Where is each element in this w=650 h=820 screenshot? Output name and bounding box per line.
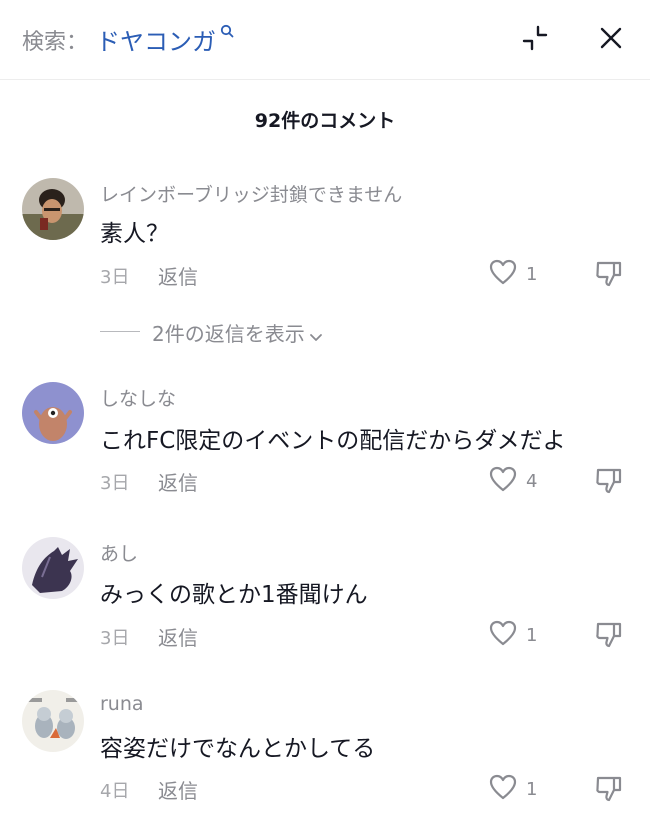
like-count: 1 [526,778,538,800]
comment-username[interactable]: あし [100,539,138,566]
reply-button[interactable]: 返信 [158,622,198,651]
close-button[interactable] [594,23,628,57]
chevron-down-icon [309,324,323,348]
comment-date: 3日 [100,628,130,649]
like-button[interactable]: 4 [488,465,537,497]
thumbs-down-icon [594,776,624,807]
thumbs-down-icon [594,468,624,499]
reply-button[interactable]: 返信 [158,261,198,290]
view-replies-row: 2件の返信を表示 [0,318,650,346]
search-query-link[interactable]: ドヤコンガ [96,22,216,57]
heart-icon [488,258,518,290]
like-button[interactable]: 1 [488,619,537,651]
reply-button[interactable]: 返信 [158,775,198,804]
avatar[interactable] [22,178,84,240]
comment-username[interactable]: runa [100,693,144,715]
reply-button[interactable]: 返信 [158,467,198,496]
view-replies-button[interactable]: 2件の返信を表示 [152,318,323,348]
thumbs-down-icon [594,622,624,653]
like-count: 1 [526,624,538,646]
dislike-button[interactable] [594,773,624,807]
view-replies-label: 2件の返信を表示 [152,322,305,346]
comment-date: 3日 [100,267,130,288]
minimize-button[interactable] [518,23,552,57]
heart-icon [488,619,518,651]
avatar[interactable] [22,690,84,752]
comment-text: これFC限定のイベントの配信だからダメだよ [100,428,566,454]
like-button[interactable]: 1 [488,258,537,290]
search-icon[interactable] [220,23,234,42]
comment-count-title: 92件のコメント [254,110,396,132]
dislike-button[interactable] [594,258,624,292]
close-icon [598,25,624,55]
comment-date: 3日 [100,473,130,494]
comment-text: 容姿だけでなんとかしてる [100,736,376,762]
search-header: 検索： ドヤコンガ [0,0,650,80]
like-count: 1 [526,263,538,285]
divider [100,331,140,332]
heart-icon [488,465,518,497]
minimize-icon [521,24,549,56]
search-prefix: 検索： [22,29,89,55]
avatar[interactable] [22,537,84,599]
thumbs-down-icon [594,261,624,292]
comment-date: 4日 [100,781,130,802]
comment-username[interactable]: しなしな [100,384,176,411]
avatar[interactable] [22,382,84,444]
like-count: 4 [526,470,538,492]
dislike-button[interactable] [594,619,624,653]
dislike-button[interactable] [594,465,624,499]
comment-text: 素人？ [100,221,169,247]
comment-text: みっくの歌とか1番聞けん [100,582,368,608]
like-button[interactable]: 1 [488,773,537,805]
comment-username[interactable]: レインボーブリッジ封鎖できません [100,180,402,207]
heart-icon [488,773,518,805]
